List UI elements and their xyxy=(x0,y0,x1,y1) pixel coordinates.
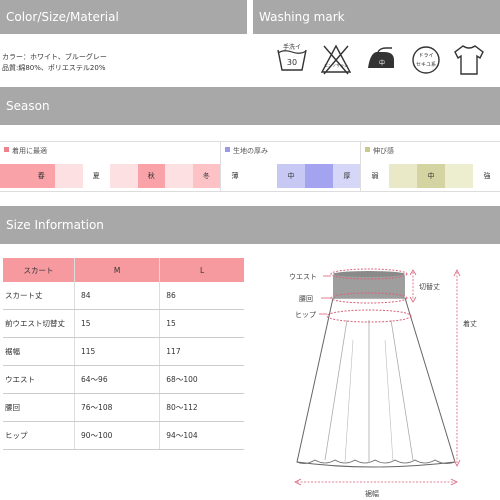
table-cell: 15 xyxy=(73,309,160,338)
stretch-cell xyxy=(445,164,473,188)
wash-temp-label: 30 xyxy=(287,58,297,67)
thickness-cell xyxy=(305,164,333,188)
table-cell: 86 xyxy=(159,282,244,310)
iron-label: 中 xyxy=(379,59,385,67)
no-bleach-icon: エンソサラシ xyxy=(319,40,353,80)
size-table: スカート M L スカート丈 84 86 前ウエスト切替丈 15 15 裾幅 115 117 ウエ… xyxy=(3,258,244,450)
size-info-header: Size Information xyxy=(0,206,500,244)
table-row: 裾幅 115 117 xyxy=(3,337,244,366)
thickness-title: 生地の厚み xyxy=(225,146,268,156)
stretch-cell: 弱 xyxy=(361,164,389,188)
stretch-title: 伸び感 xyxy=(365,146,394,156)
table-cell: 前ウエスト切替丈 xyxy=(3,309,75,338)
size-header-l: L xyxy=(159,258,244,282)
thickness-cell xyxy=(249,164,277,188)
table-row: ウエスト 64〜96 68〜100 xyxy=(3,365,244,394)
season-cells: 春夏秋冬 xyxy=(0,164,220,188)
skirt-body xyxy=(296,297,456,468)
table-cell: 80〜112 xyxy=(159,393,244,422)
table-cell: 76〜108 xyxy=(73,393,160,422)
stretch-cell: 中 xyxy=(417,164,445,188)
size-header-m: M xyxy=(73,258,160,282)
stretch-box: 伸び感 弱 中 強 xyxy=(360,141,500,192)
switch-length-label: 切替丈 xyxy=(419,282,440,291)
season-cell xyxy=(165,164,193,188)
size-table-header-row: スカート M L xyxy=(3,258,244,282)
dry-label-2: セキユ系 xyxy=(416,61,436,68)
table-cell: 115 xyxy=(73,337,160,366)
table-cell: スカート丈 xyxy=(3,282,75,310)
waist-label: ウエスト xyxy=(289,273,317,281)
season-title: 着用に最適 xyxy=(4,146,47,156)
garment-icon xyxy=(452,40,486,80)
material-color-text: カラー：ホワイト、ブルーグレー xyxy=(2,53,107,61)
table-cell: ウエスト xyxy=(3,365,75,394)
season-header: Season xyxy=(0,87,500,125)
season-box: 着用に最適 春 夏 秋 冬 xyxy=(0,141,220,192)
table-row: 腰回 76〜108 80〜112 xyxy=(3,393,244,422)
season-marker-icon xyxy=(4,147,9,152)
skirt-diagram: ウエスト 腰回 ヒップ 切替丈 着丈 裾幅 xyxy=(289,268,477,498)
material-quality-text: 品質:綿80%、ポリエステル20% xyxy=(2,64,106,72)
hip-label: ヒップ xyxy=(295,311,316,319)
season-cell: 冬 xyxy=(192,164,220,188)
color-size-material-header: Color/Size/Material xyxy=(0,0,247,34)
koshi-label: 腰回 xyxy=(299,295,313,303)
length-label: 着丈 xyxy=(463,319,477,328)
table-row: 前ウエスト切替丈 15 15 xyxy=(3,309,244,338)
thickness-cell: 中 xyxy=(277,164,305,188)
thickness-cell: 薄 xyxy=(221,164,249,188)
size-header-item: スカート xyxy=(3,258,75,282)
washing-mark-header: Washing mark xyxy=(253,0,500,34)
table-cell: 84 xyxy=(73,282,160,310)
table-cell: ヒップ xyxy=(3,421,75,450)
table-cell: 90〜100 xyxy=(73,421,160,450)
stretch-cell xyxy=(389,164,417,188)
table-cell: 腰回 xyxy=(3,393,75,422)
stretch-cell: 強 xyxy=(473,164,500,188)
hem-width-label: 裾幅 xyxy=(365,489,379,498)
iron-medium-icon: 中 xyxy=(364,40,398,80)
stretch-marker-icon xyxy=(365,147,370,152)
size-table-body: スカート丈 84 86 前ウエスト切替丈 15 15 裾幅 115 117 ウエスト 64〜96 68… xyxy=(3,282,244,450)
season-cell xyxy=(55,164,83,188)
season-cell xyxy=(0,164,28,188)
dry-label-1: ドライ xyxy=(418,53,433,59)
season-cell: 夏 xyxy=(82,164,110,188)
dry-clean-icon: ドライ セキユ系 xyxy=(409,40,443,80)
season-cell: 春 xyxy=(27,164,55,188)
table-row: スカート丈 84 86 xyxy=(3,282,244,310)
table-cell: 94〜104 xyxy=(159,421,244,450)
hand-wash-30-icon: 手洗イ 30 xyxy=(275,40,309,80)
table-cell: 117 xyxy=(159,337,244,366)
stretch-cells: 弱中強 xyxy=(361,164,500,188)
thickness-box: 生地の厚み 薄 中 厚 xyxy=(220,141,361,192)
thickness-marker-icon xyxy=(225,147,230,152)
thickness-cells: 薄中厚 xyxy=(221,164,361,188)
table-cell: 64〜96 xyxy=(73,365,160,394)
wash-label-1: 手洗イ xyxy=(283,43,301,51)
table-row: ヒップ 90〜100 94〜104 xyxy=(3,421,244,450)
season-cell xyxy=(110,164,138,188)
thickness-cell: 厚 xyxy=(333,164,361,188)
season-cell: 秋 xyxy=(137,164,165,188)
bleach-label: エンソサラシ xyxy=(324,62,348,68)
table-cell: 裾幅 xyxy=(3,337,75,366)
table-cell: 68〜100 xyxy=(159,365,244,394)
table-cell: 15 xyxy=(159,309,244,338)
